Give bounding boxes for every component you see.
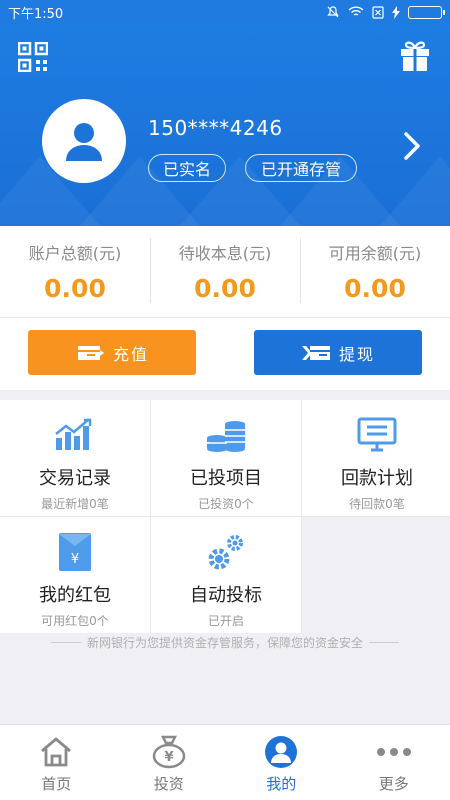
- qr-code-button[interactable]: [17, 41, 49, 73]
- gears-icon: [208, 535, 243, 570]
- total-balance-value: 0.00: [44, 274, 106, 303]
- repayment-plan-title: 回款计划: [341, 468, 413, 489]
- user-phone: 150****4246: [148, 116, 283, 140]
- repayment-plan-sub: 待回款0笔: [349, 497, 405, 511]
- status-time: 下午1:50: [8, 6, 64, 22]
- red-envelope-sub: 可用红包0个: [41, 614, 109, 628]
- home-icon: [41, 737, 72, 767]
- profile-detail-button[interactable]: [404, 132, 420, 164]
- tab-invest-label: 投资: [153, 775, 184, 793]
- monitor-icon: [357, 417, 397, 452]
- divider-right: [369, 642, 399, 643]
- transaction-records-item[interactable]: 交易记录 最近新增0笔: [0, 400, 150, 516]
- action-bar: 充值 提现: [0, 318, 450, 390]
- mute-icon: [327, 6, 339, 18]
- red-envelope-item[interactable]: ¥ 我的红包 可用红包0个: [0, 517, 150, 633]
- gift-icon: [401, 41, 429, 71]
- status-icons: [326, 5, 445, 19]
- invested-projects-sub: 已投资0个: [198, 497, 254, 511]
- tab-mine-label: 我的: [266, 775, 297, 793]
- repayment-plan-item[interactable]: 回款计划 待回款0笔: [302, 400, 450, 516]
- card-icon: [77, 345, 104, 360]
- chart-icon: [55, 418, 92, 450]
- pending-interest: 待收本息(元) 0.00: [150, 226, 300, 317]
- charging-icon: [392, 5, 400, 19]
- user-icon: [265, 736, 298, 768]
- wifi-icon: [348, 6, 364, 16]
- tab-home[interactable]: 首页: [0, 725, 113, 800]
- custody-notice: 新网银行为您提供资金存管服务，保障您的资金安全: [0, 634, 450, 651]
- tab-mine[interactable]: 我的: [225, 725, 338, 800]
- status-bar: 下午1:50: [0, 0, 450, 24]
- svg-text:¥: ¥: [164, 750, 173, 765]
- feature-grid: 交易记录 最近新增0笔 已投项目 已投资0个 回款计划 待回款0笔 ¥ 我的红包…: [0, 400, 450, 633]
- empty-cell: [302, 517, 450, 633]
- auto-bid-title: 自动投标: [190, 585, 262, 606]
- red-envelope-title: 我的红包: [39, 585, 111, 606]
- transaction-records-sub: 最近新增0笔: [41, 497, 109, 511]
- invested-projects-item[interactable]: 已投项目 已投资0个: [151, 400, 301, 516]
- available-balance-value: 0.00: [344, 274, 406, 303]
- total-balance: 账户总额(元) 0.00: [0, 226, 150, 317]
- invested-projects-title: 已投项目: [190, 468, 262, 489]
- custody-badge: 已开通存管: [245, 154, 357, 182]
- battery-icon: [408, 5, 445, 19]
- profile-header: 150****4246 已实名 已开通存管: [0, 24, 450, 226]
- tab-more[interactable]: 更多: [338, 725, 450, 800]
- coins-icon: [207, 421, 245, 452]
- balance-summary: 账户总额(元) 0.00 待收本息(元) 0.00 可用余额(元) 0.00: [0, 226, 450, 318]
- avatar[interactable]: [42, 99, 126, 183]
- available-balance-label: 可用余额(元): [328, 244, 422, 263]
- total-balance-label: 账户总额(元): [28, 244, 122, 263]
- transaction-records-title: 交易记录: [39, 468, 111, 489]
- tab-home-label: 首页: [41, 775, 72, 793]
- red-envelope-icon: ¥: [59, 533, 91, 571]
- chevron-right-icon: [404, 132, 420, 160]
- tab-invest[interactable]: ¥ 投资: [113, 725, 226, 800]
- pending-interest-label: 待收本息(元): [178, 244, 272, 263]
- divider-left: [50, 642, 81, 643]
- auto-bid-item[interactable]: 自动投标 已开启: [151, 517, 301, 633]
- withdraw-label: 提现: [338, 344, 375, 364]
- pending-interest-value: 0.00: [194, 274, 256, 303]
- qr-code-icon: [17, 41, 49, 73]
- more-icon: [376, 748, 411, 756]
- available-balance: 可用余额(元) 0.00: [300, 226, 450, 317]
- tab-more-label: 更多: [378, 775, 409, 793]
- withdraw-card-icon: [301, 345, 330, 360]
- auto-bid-sub: 已开启: [207, 614, 244, 628]
- recharge-button[interactable]: 充值: [28, 330, 196, 375]
- svg-text:¥: ¥: [71, 552, 79, 567]
- withdraw-button[interactable]: 提现: [254, 330, 422, 375]
- bottom-tab-bar: 首页 ¥ 投资 我的 更多: [0, 724, 450, 800]
- gift-button[interactable]: [400, 40, 430, 72]
- custody-notice-text: 新网银行为您提供资金存管服务，保障您的资金安全: [86, 636, 363, 650]
- money-bag-icon: ¥: [152, 735, 185, 769]
- no-sim-icon: [372, 5, 384, 19]
- recharge-label: 充值: [112, 344, 149, 364]
- user-avatar-icon: [66, 123, 102, 161]
- verified-badge: 已实名: [148, 154, 226, 182]
